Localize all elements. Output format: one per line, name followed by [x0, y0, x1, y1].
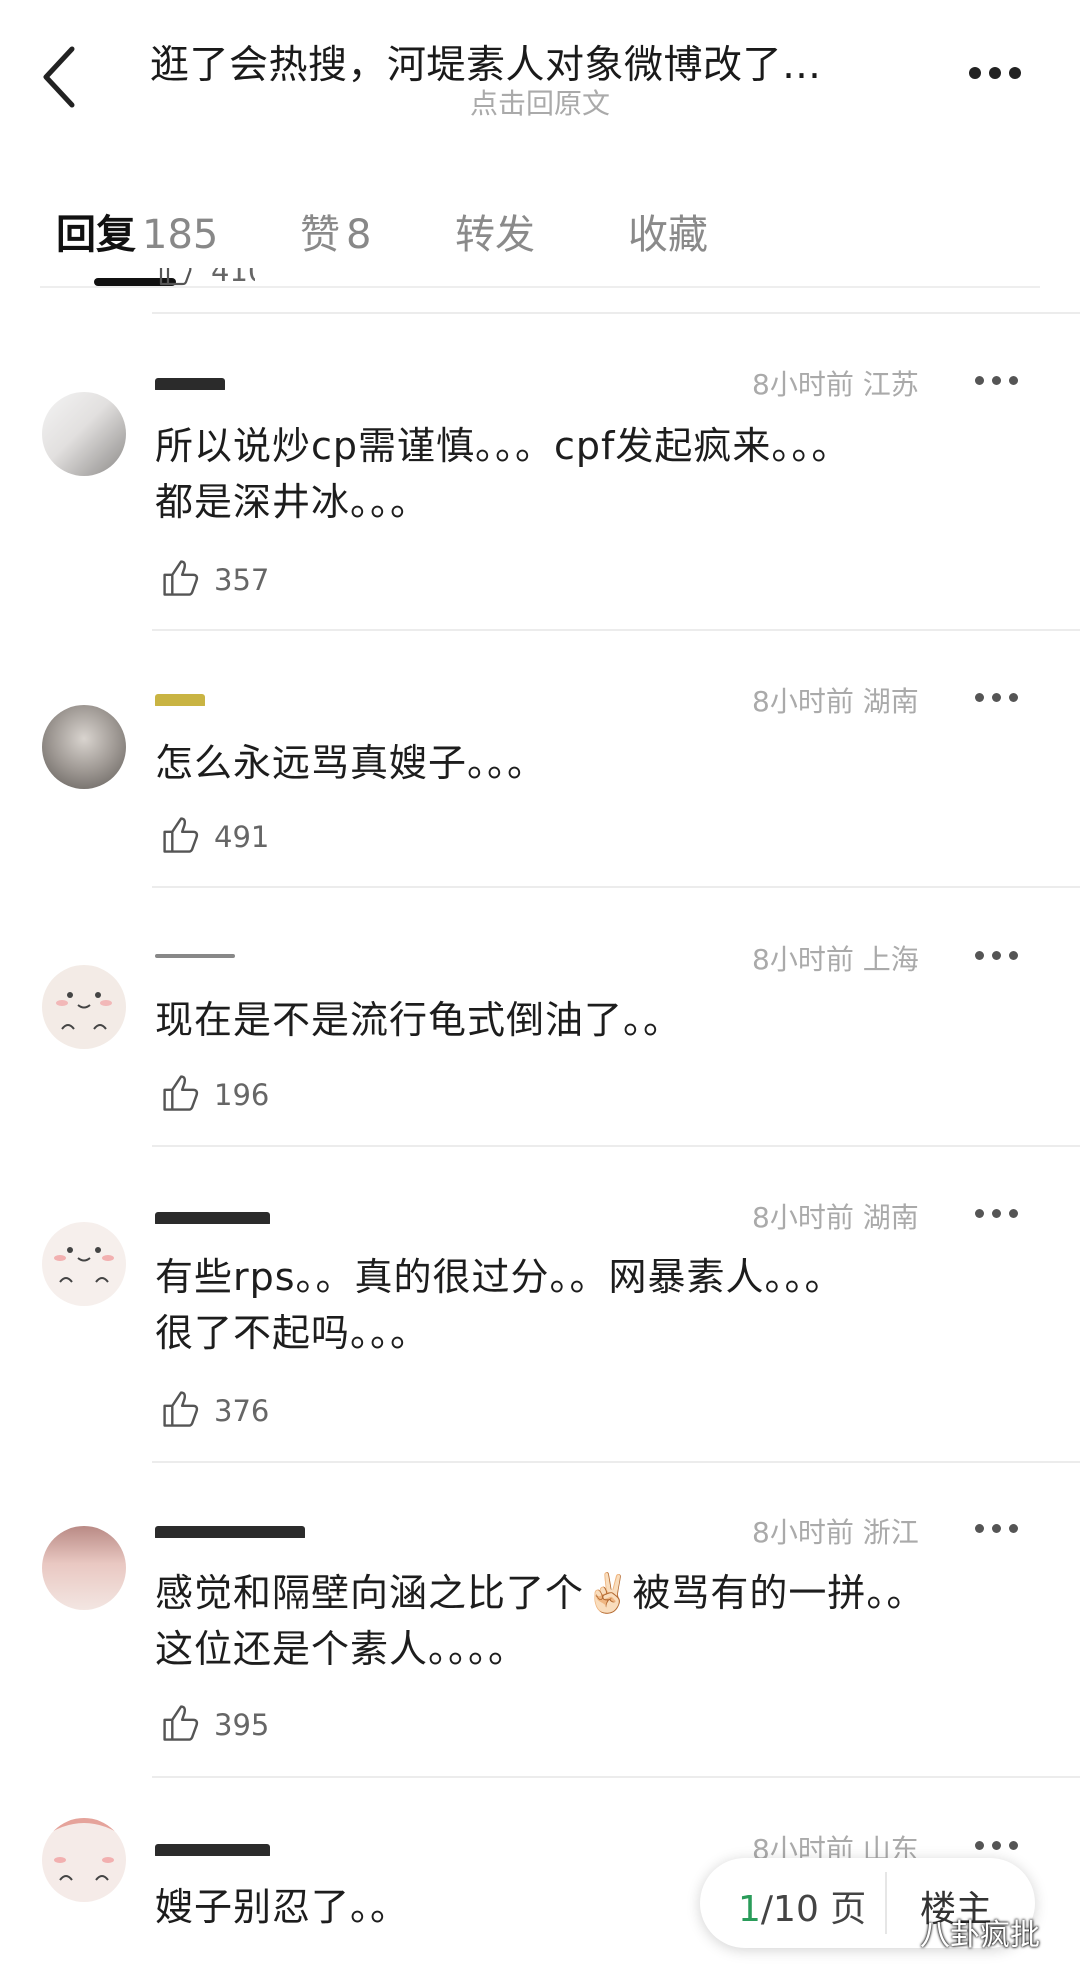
cartoon-face-icon	[56, 992, 112, 1030]
like-count: 395	[214, 1708, 270, 1742]
comment-time: 8小时前	[752, 368, 854, 401]
thumb-up-icon	[163, 1391, 199, 1427]
username[interactable]	[155, 370, 315, 390]
like-count: 196	[214, 1078, 270, 1112]
like-button[interactable]: 491	[158, 812, 358, 858]
tab-likes-label: 赞	[300, 212, 340, 258]
divider	[152, 312, 1080, 314]
username[interactable]	[155, 1518, 315, 1538]
divider	[152, 1145, 1080, 1147]
total-pages: /10 页	[760, 1889, 867, 1930]
comment-text: 怎么永远骂真嫂子。。。	[155, 741, 547, 785]
username[interactable]	[155, 940, 315, 960]
username[interactable]	[155, 1836, 315, 1856]
comment-more-icon[interactable]	[975, 690, 1019, 704]
like-button[interactable]: 196	[158, 1070, 358, 1116]
like-button[interactable]: 376	[158, 1386, 358, 1432]
divider	[152, 1776, 1080, 1778]
tab-favorites[interactable]: 收藏	[628, 202, 708, 260]
thumb-up-icon	[163, 1705, 199, 1741]
like-count: 376	[214, 1394, 270, 1428]
comment-text: 现在是不是流行龟式倒油了。。	[155, 998, 683, 1042]
divider	[152, 1461, 1080, 1463]
top-bar: 逛了会热搜，河堤素人对象微博改了… 点击回原文	[0, 0, 1080, 160]
like-button[interactable]: 395	[158, 1700, 358, 1746]
comment-location: 湖南	[862, 685, 919, 718]
more-options-icon[interactable]	[965, 58, 1025, 88]
thumb-up-icon	[163, 817, 199, 853]
comment-more-icon[interactable]	[975, 948, 1019, 962]
avatar[interactable]	[42, 1526, 126, 1610]
comment-time: 8小时前	[752, 1516, 854, 1549]
comment-more-icon[interactable]	[975, 1838, 1019, 1852]
like-count: 357	[214, 563, 270, 597]
comment-time: 8小时前	[752, 685, 854, 718]
tab-replies-label: 回复	[56, 212, 136, 258]
tab-replies[interactable]: 回复 185	[56, 202, 218, 260]
comment-location: 湖南	[862, 1201, 919, 1234]
previous-comment-likes: 410	[155, 268, 255, 288]
comment-meta: 8小时前 浙江	[752, 1511, 942, 1551]
like-button[interactable]: 357	[158, 555, 358, 601]
cartoon-face-icon	[42, 1818, 126, 1881]
tab-reposts[interactable]: 转发	[455, 202, 535, 260]
comment-meta: 8小时前 湖南	[752, 1196, 942, 1236]
avatar[interactable]	[42, 1222, 126, 1306]
comment-meta: 8小时前 上海	[752, 938, 942, 978]
avatar[interactable]	[42, 705, 126, 789]
cartoon-face-icon	[54, 1247, 114, 1283]
comment-meta: 8小时前 江苏	[752, 363, 942, 403]
comment-meta: 8小时前 湖南	[752, 680, 942, 720]
tab-likes[interactable]: 赞8	[300, 202, 371, 260]
current-page: 1	[738, 1889, 761, 1930]
like-count: 491	[214, 820, 270, 854]
page-indicator[interactable]: 1/10 页	[738, 1880, 866, 1932]
comment-location: 上海	[862, 943, 919, 976]
tab-replies-count: 185	[142, 212, 219, 258]
comment-time: 8小时前	[752, 1201, 854, 1234]
username[interactable]	[155, 686, 315, 706]
comment-location: 浙江	[862, 1516, 919, 1549]
previous-like-count: 410	[211, 268, 255, 288]
username[interactable]	[155, 1204, 315, 1224]
divider	[152, 886, 1080, 888]
comment-more-icon[interactable]	[975, 373, 1019, 387]
comment-text: 所以说炒cp需谨慎。。。cpf发起疯来。。。 都是深井冰。。。	[155, 424, 851, 524]
comment-location: 江苏	[862, 368, 919, 401]
divider	[152, 629, 1080, 631]
back-to-original-link[interactable]: 点击回原文	[0, 82, 1080, 122]
comment-text: 有些rps。。真的很过分。。网暴素人。。。 很了不起吗。。。	[155, 1255, 844, 1355]
thumb-up-icon	[163, 1075, 199, 1111]
avatar[interactable]	[42, 392, 126, 476]
comment-time: 8小时前	[752, 943, 854, 976]
tab-reposts-label: 转发	[455, 212, 535, 258]
avatar[interactable]	[42, 1818, 126, 1902]
comment-more-icon[interactable]	[975, 1521, 1019, 1535]
tab-favorites-label: 收藏	[628, 212, 708, 258]
tab-likes-count: 8	[346, 212, 372, 258]
avatar[interactable]	[42, 965, 126, 1049]
comment-more-icon[interactable]	[975, 1206, 1019, 1220]
watermark: 八卦疯批	[920, 1918, 1040, 1953]
pager-divider	[885, 1872, 887, 1934]
comment-text: 感觉和隔壁向涵之比了个✌🏻被骂有的一拼。。 这位还是个素人。。。。	[155, 1571, 926, 1671]
thumb-up-icon	[159, 268, 192, 286]
thumb-up-icon	[163, 560, 199, 596]
